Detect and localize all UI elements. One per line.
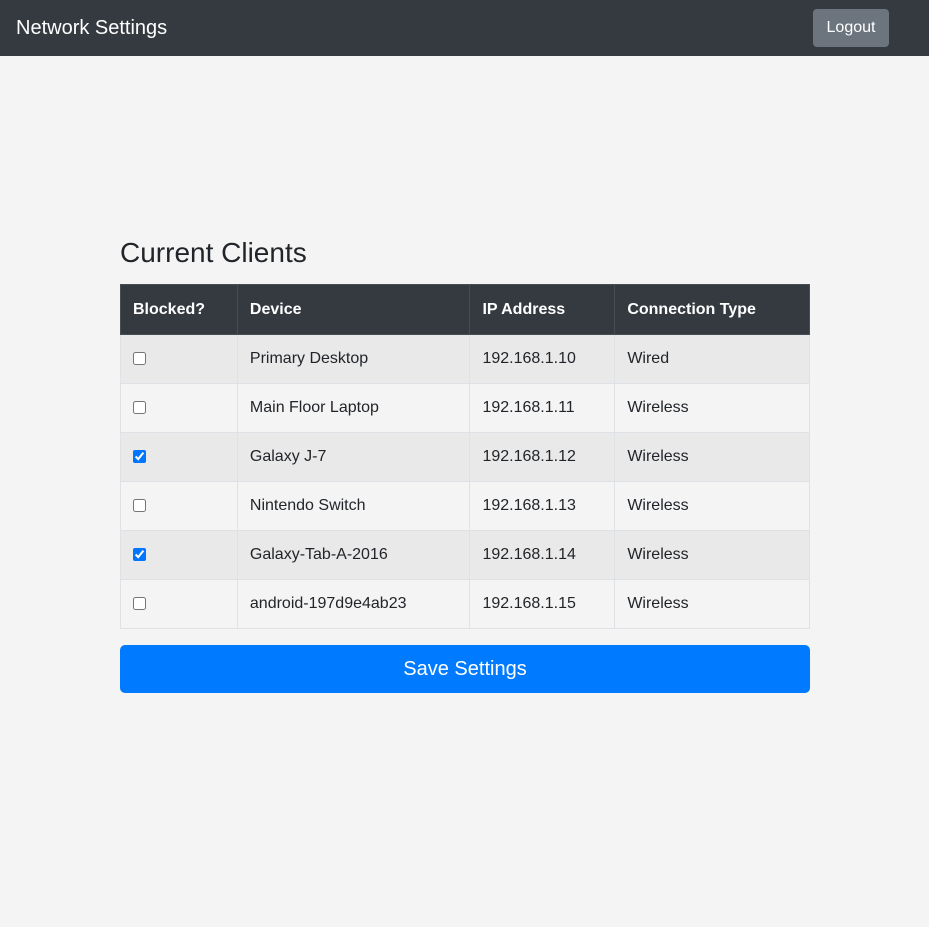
table-row: Main Floor Laptop 192.168.1.11 Wireless bbox=[120, 383, 810, 433]
blocked-checkbox[interactable] bbox=[133, 401, 146, 415]
ip-cell: 192.168.1.12 bbox=[469, 432, 616, 482]
blocked-cell bbox=[120, 579, 238, 629]
blocked-checkbox[interactable] bbox=[133, 499, 146, 513]
clients-table: Blocked? Device IP Address Connection Ty… bbox=[120, 284, 810, 629]
blocked-checkbox[interactable] bbox=[133, 352, 146, 366]
device-cell: android-197d9e4ab23 bbox=[236, 579, 471, 629]
blocked-cell bbox=[120, 383, 238, 433]
table-row: android-197d9e4ab23 192.168.1.15 Wireles… bbox=[120, 579, 810, 629]
ip-cell: 192.168.1.10 bbox=[469, 334, 616, 384]
connection-cell: Wireless bbox=[614, 383, 810, 433]
device-cell: Nintendo Switch bbox=[236, 481, 471, 531]
app-title: Network Settings bbox=[16, 17, 168, 39]
blocked-checkbox[interactable] bbox=[133, 548, 146, 562]
device-cell: Primary Desktop bbox=[236, 334, 471, 384]
blocked-cell bbox=[120, 530, 238, 580]
table-row: Nintendo Switch 192.168.1.13 Wireless bbox=[120, 481, 810, 531]
ip-cell: 192.168.1.15 bbox=[469, 579, 616, 629]
table-row: Galaxy-Tab-A-2016 192.168.1.14 Wireless bbox=[120, 530, 810, 580]
connection-cell: Wireless bbox=[614, 432, 810, 482]
ip-cell: 192.168.1.13 bbox=[469, 481, 616, 531]
ip-cell: 192.168.1.14 bbox=[469, 530, 616, 580]
device-cell: Main Floor Laptop bbox=[236, 383, 471, 433]
top-navbar: Network Settings Logout bbox=[0, 0, 929, 56]
header-device: Device bbox=[236, 284, 471, 335]
save-settings-button[interactable]: Save Settings bbox=[120, 645, 810, 693]
blocked-checkbox[interactable] bbox=[133, 597, 146, 611]
table-row: Galaxy J-7 192.168.1.12 Wireless bbox=[120, 432, 810, 482]
header-blocked: Blocked? bbox=[120, 284, 238, 335]
connection-cell: Wireless bbox=[614, 579, 810, 629]
blocked-checkbox[interactable] bbox=[133, 450, 146, 464]
connection-cell: Wireless bbox=[614, 530, 810, 580]
blocked-cell bbox=[120, 334, 238, 384]
logout-button[interactable]: Logout bbox=[813, 9, 889, 47]
connection-cell: Wired bbox=[614, 334, 810, 384]
table-row: Primary Desktop 192.168.1.10 Wired bbox=[120, 334, 810, 384]
device-cell: Galaxy-Tab-A-2016 bbox=[236, 530, 471, 580]
page-title: Current Clients bbox=[120, 237, 307, 268]
blocked-cell bbox=[120, 481, 238, 531]
ip-cell: 192.168.1.11 bbox=[469, 383, 616, 433]
table-header-row: Blocked? Device IP Address Connection Ty… bbox=[120, 284, 810, 335]
header-connection-type: Connection Type bbox=[614, 284, 810, 335]
blocked-cell bbox=[120, 432, 238, 482]
header-ip-address: IP Address bbox=[469, 284, 616, 335]
connection-cell: Wireless bbox=[614, 481, 810, 531]
device-cell: Galaxy J-7 bbox=[236, 432, 471, 482]
